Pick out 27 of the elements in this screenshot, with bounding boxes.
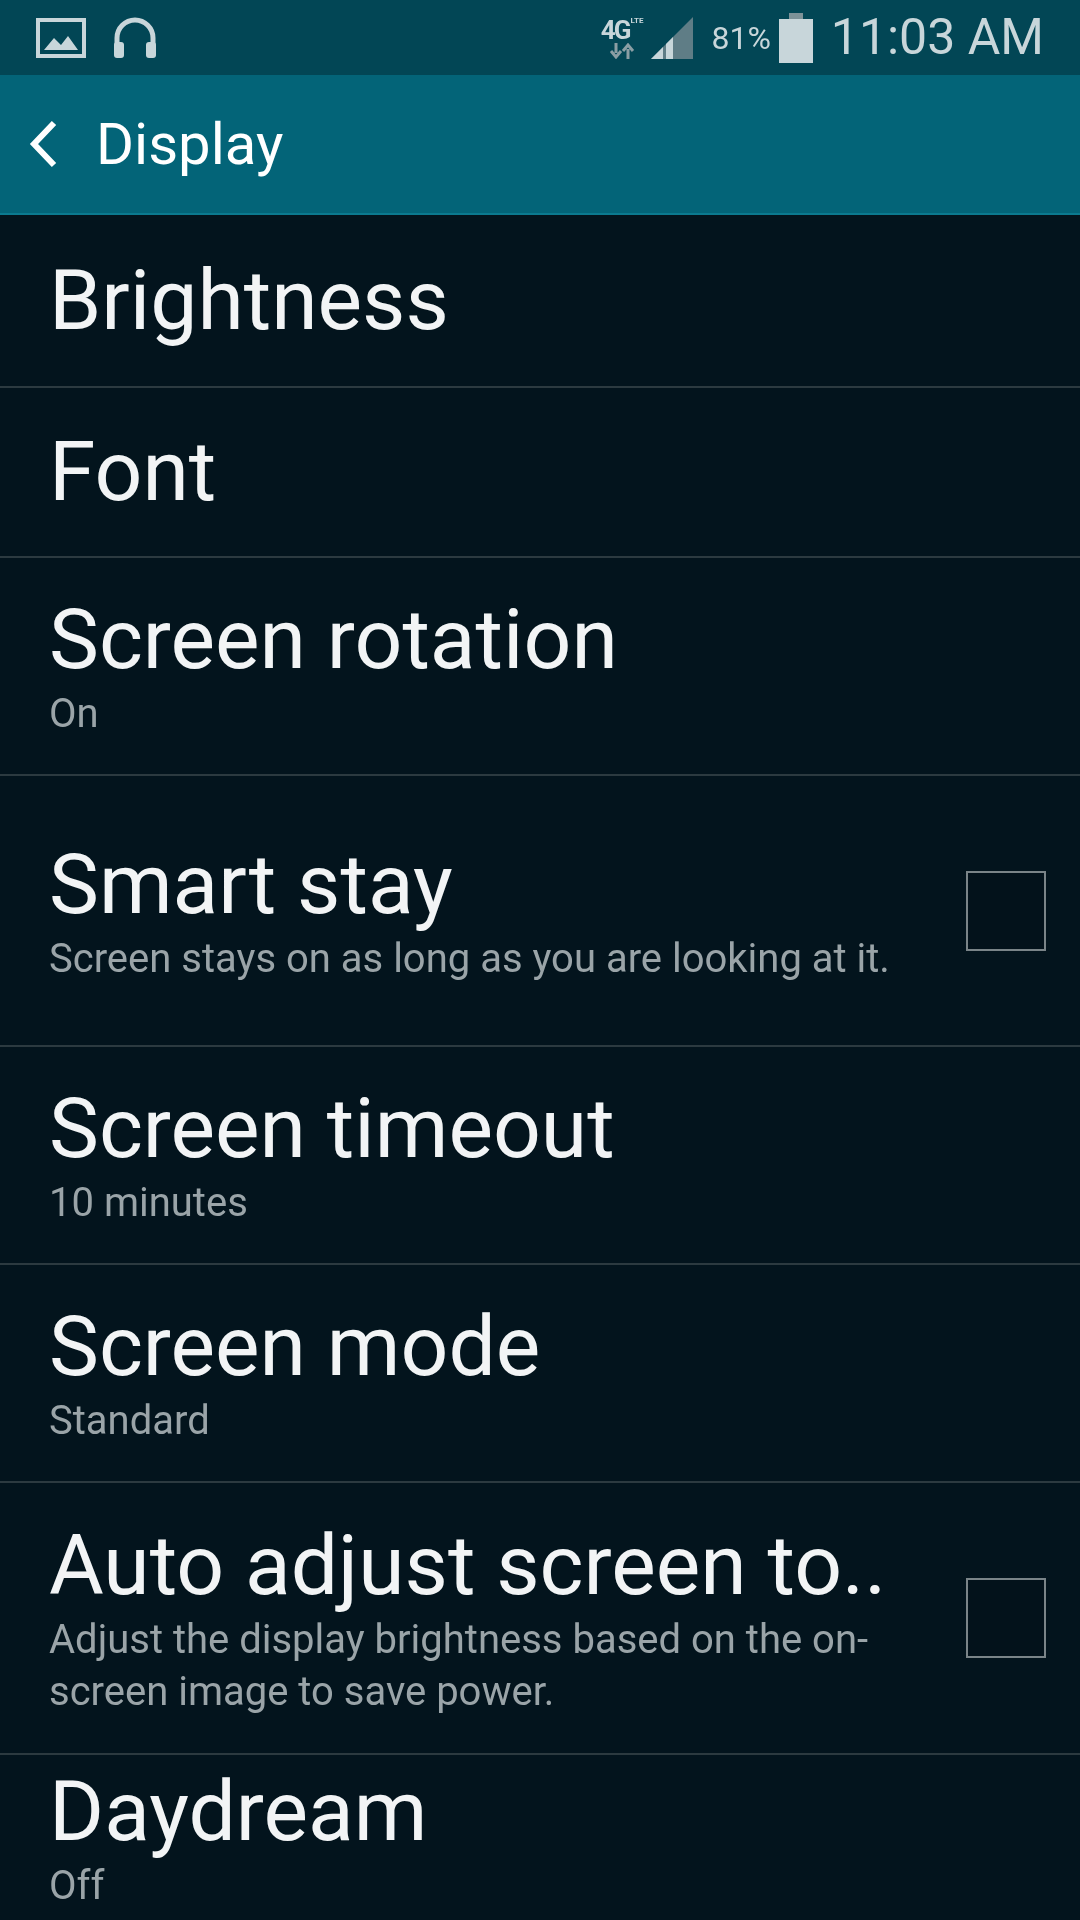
- setting-title[interactable]: Auto adjust screen to..: [49, 1518, 946, 1614]
- setting-title[interactable]: Brightness: [49, 252, 1046, 349]
- back-icon: [28, 119, 58, 169]
- setting-title[interactable]: Screen rotation: [49, 592, 1046, 688]
- header-title: Display: [96, 108, 284, 180]
- setting-summary: Adjust the display brightness based on the on-screen image to save power.: [49, 1615, 870, 1717]
- setting-title[interactable]: Screen mode: [49, 1299, 1046, 1395]
- checkbox[interactable]: [966, 870, 1046, 951]
- headphones-icon: [112, 15, 158, 60]
- picture-icon: [36, 17, 86, 58]
- battery-icon: [778, 12, 813, 63]
- back-button[interactable]: [28, 119, 58, 169]
- setting-summary: Screen stays on as long as you are looking at it.: [49, 933, 891, 984]
- network-subtype: LTE: [630, 16, 644, 25]
- setting-title[interactable]: Daydream: [49, 1763, 1046, 1860]
- setting-summary: 10 minutes: [49, 1178, 249, 1228]
- battery-percent: 81%: [711, 17, 771, 59]
- setting-summary: Standard: [49, 1396, 211, 1446]
- clock: 11:03 AM: [830, 7, 1044, 68]
- setting-title[interactable]: Smart stay: [49, 836, 946, 933]
- setting-summary: On: [49, 689, 100, 739]
- setting-title[interactable]: Font: [49, 424, 1046, 520]
- network-type: 4G: [600, 16, 630, 43]
- setting-title[interactable]: Screen timeout: [49, 1081, 1046, 1177]
- data-arrows-icon: [609, 42, 636, 59]
- setting-summary: Off: [49, 1860, 106, 1911]
- checkbox[interactable]: [966, 1578, 1046, 1658]
